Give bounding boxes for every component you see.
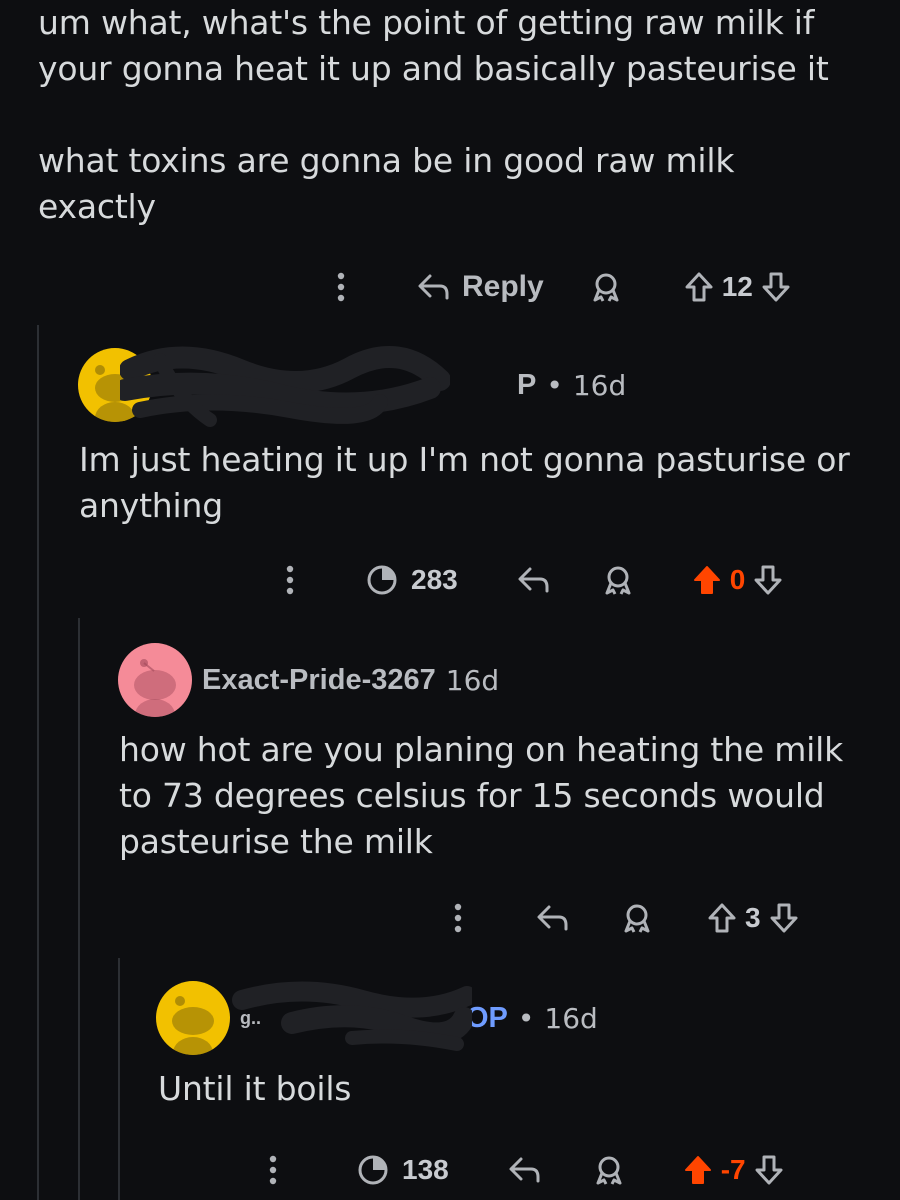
comment-3-line: pasteurise the milk (119, 822, 433, 861)
comment-3-line: how hot are you planing on heating the m… (119, 730, 844, 769)
comment-3-line: to 73 degrees celsius for 15 seconds wou… (119, 776, 825, 815)
award-icon[interactable] (593, 1154, 625, 1186)
upvote-active-icon[interactable] (692, 564, 722, 596)
comment-1-body: um what, what's the point of getting raw… (38, 0, 829, 92)
downvote-icon[interactable] (754, 1154, 784, 1186)
upvote-icon[interactable] (684, 271, 714, 303)
comment-4-line: Until it boils (158, 1069, 352, 1108)
comment-1-line: um what, what's the point of getting raw… (38, 3, 815, 42)
reply-button[interactable]: Reply (416, 270, 544, 304)
comment-1-line: what toxins are gonna be in good raw mil… (38, 141, 735, 180)
comment-3-actions: 3 (443, 898, 799, 938)
comment-1-actions: Reply 12 (326, 267, 791, 307)
comment-age: 16d (572, 368, 627, 402)
view-count: 283 (411, 564, 458, 595)
comment-4-body: Until it boils (158, 1066, 352, 1112)
comment-1-line: exactly (38, 187, 156, 226)
comment-2-line: Im just heating it up I'm not gonna past… (79, 440, 850, 479)
redaction-scribble (120, 346, 450, 427)
comment-1-body-2: what toxins are gonna be in good raw mil… (38, 138, 734, 230)
more-options-icon[interactable] (326, 272, 356, 302)
separator: • (546, 368, 563, 402)
views-icon (356, 1153, 390, 1187)
comment-2-line: anything (79, 486, 223, 525)
award-icon[interactable] (602, 564, 634, 596)
reply-icon (418, 274, 449, 300)
reply-icon[interactable] (535, 903, 569, 933)
comment-3-header: Exact-Pride-3267 16d (118, 640, 499, 720)
reply-label: Reply (462, 270, 544, 303)
more-options-icon[interactable] (275, 565, 305, 595)
comment-2-body: Im just heating it up I'm not gonna past… (79, 437, 850, 529)
username[interactable]: Exact-Pride-3267 (202, 664, 436, 697)
views-icon (365, 563, 399, 597)
downvote-icon[interactable] (753, 564, 783, 596)
downvote-icon[interactable] (769, 902, 799, 934)
more-options-icon[interactable] (258, 1155, 288, 1185)
snoo-avatar-icon (172, 996, 214, 1055)
username-partial[interactable]: P (517, 369, 536, 402)
thread-line-level-2 (78, 618, 80, 1200)
avatar[interactable] (156, 981, 230, 1055)
upvote-active-icon[interactable] (683, 1154, 713, 1186)
vote-count: 12 (721, 271, 753, 302)
separator: • (517, 1001, 535, 1035)
thread-line-level-3 (118, 958, 120, 1200)
avatar[interactable] (118, 643, 192, 717)
reply-icon[interactable] (516, 565, 550, 595)
op-badge: OP (466, 1001, 508, 1034)
comment-3-body: how hot are you planing on heating the m… (119, 727, 843, 865)
downvote-icon[interactable] (761, 271, 791, 303)
vote-count: 3 (745, 902, 761, 933)
redaction-scribble (232, 981, 472, 1051)
vote-count: -7 (720, 1154, 746, 1185)
snoo-avatar-icon (134, 659, 176, 717)
more-options-icon[interactable] (443, 903, 473, 933)
upvote-icon[interactable] (707, 902, 737, 934)
view-count: 138 (402, 1154, 449, 1185)
comment-1-line: your gonna heat it up and basically past… (38, 49, 829, 88)
vote-count: 0 (729, 564, 746, 595)
comment-age: 16d (445, 663, 500, 697)
reply-icon[interactable] (507, 1155, 541, 1185)
comment-4-actions: 138 -7 (258, 1150, 784, 1190)
comment-2-actions: 283 0 (275, 560, 783, 600)
comment-age: 16d (544, 1001, 598, 1035)
award-icon[interactable] (621, 902, 653, 934)
award-icon[interactable] (590, 271, 622, 303)
thread-line-level-1 (37, 325, 39, 1200)
